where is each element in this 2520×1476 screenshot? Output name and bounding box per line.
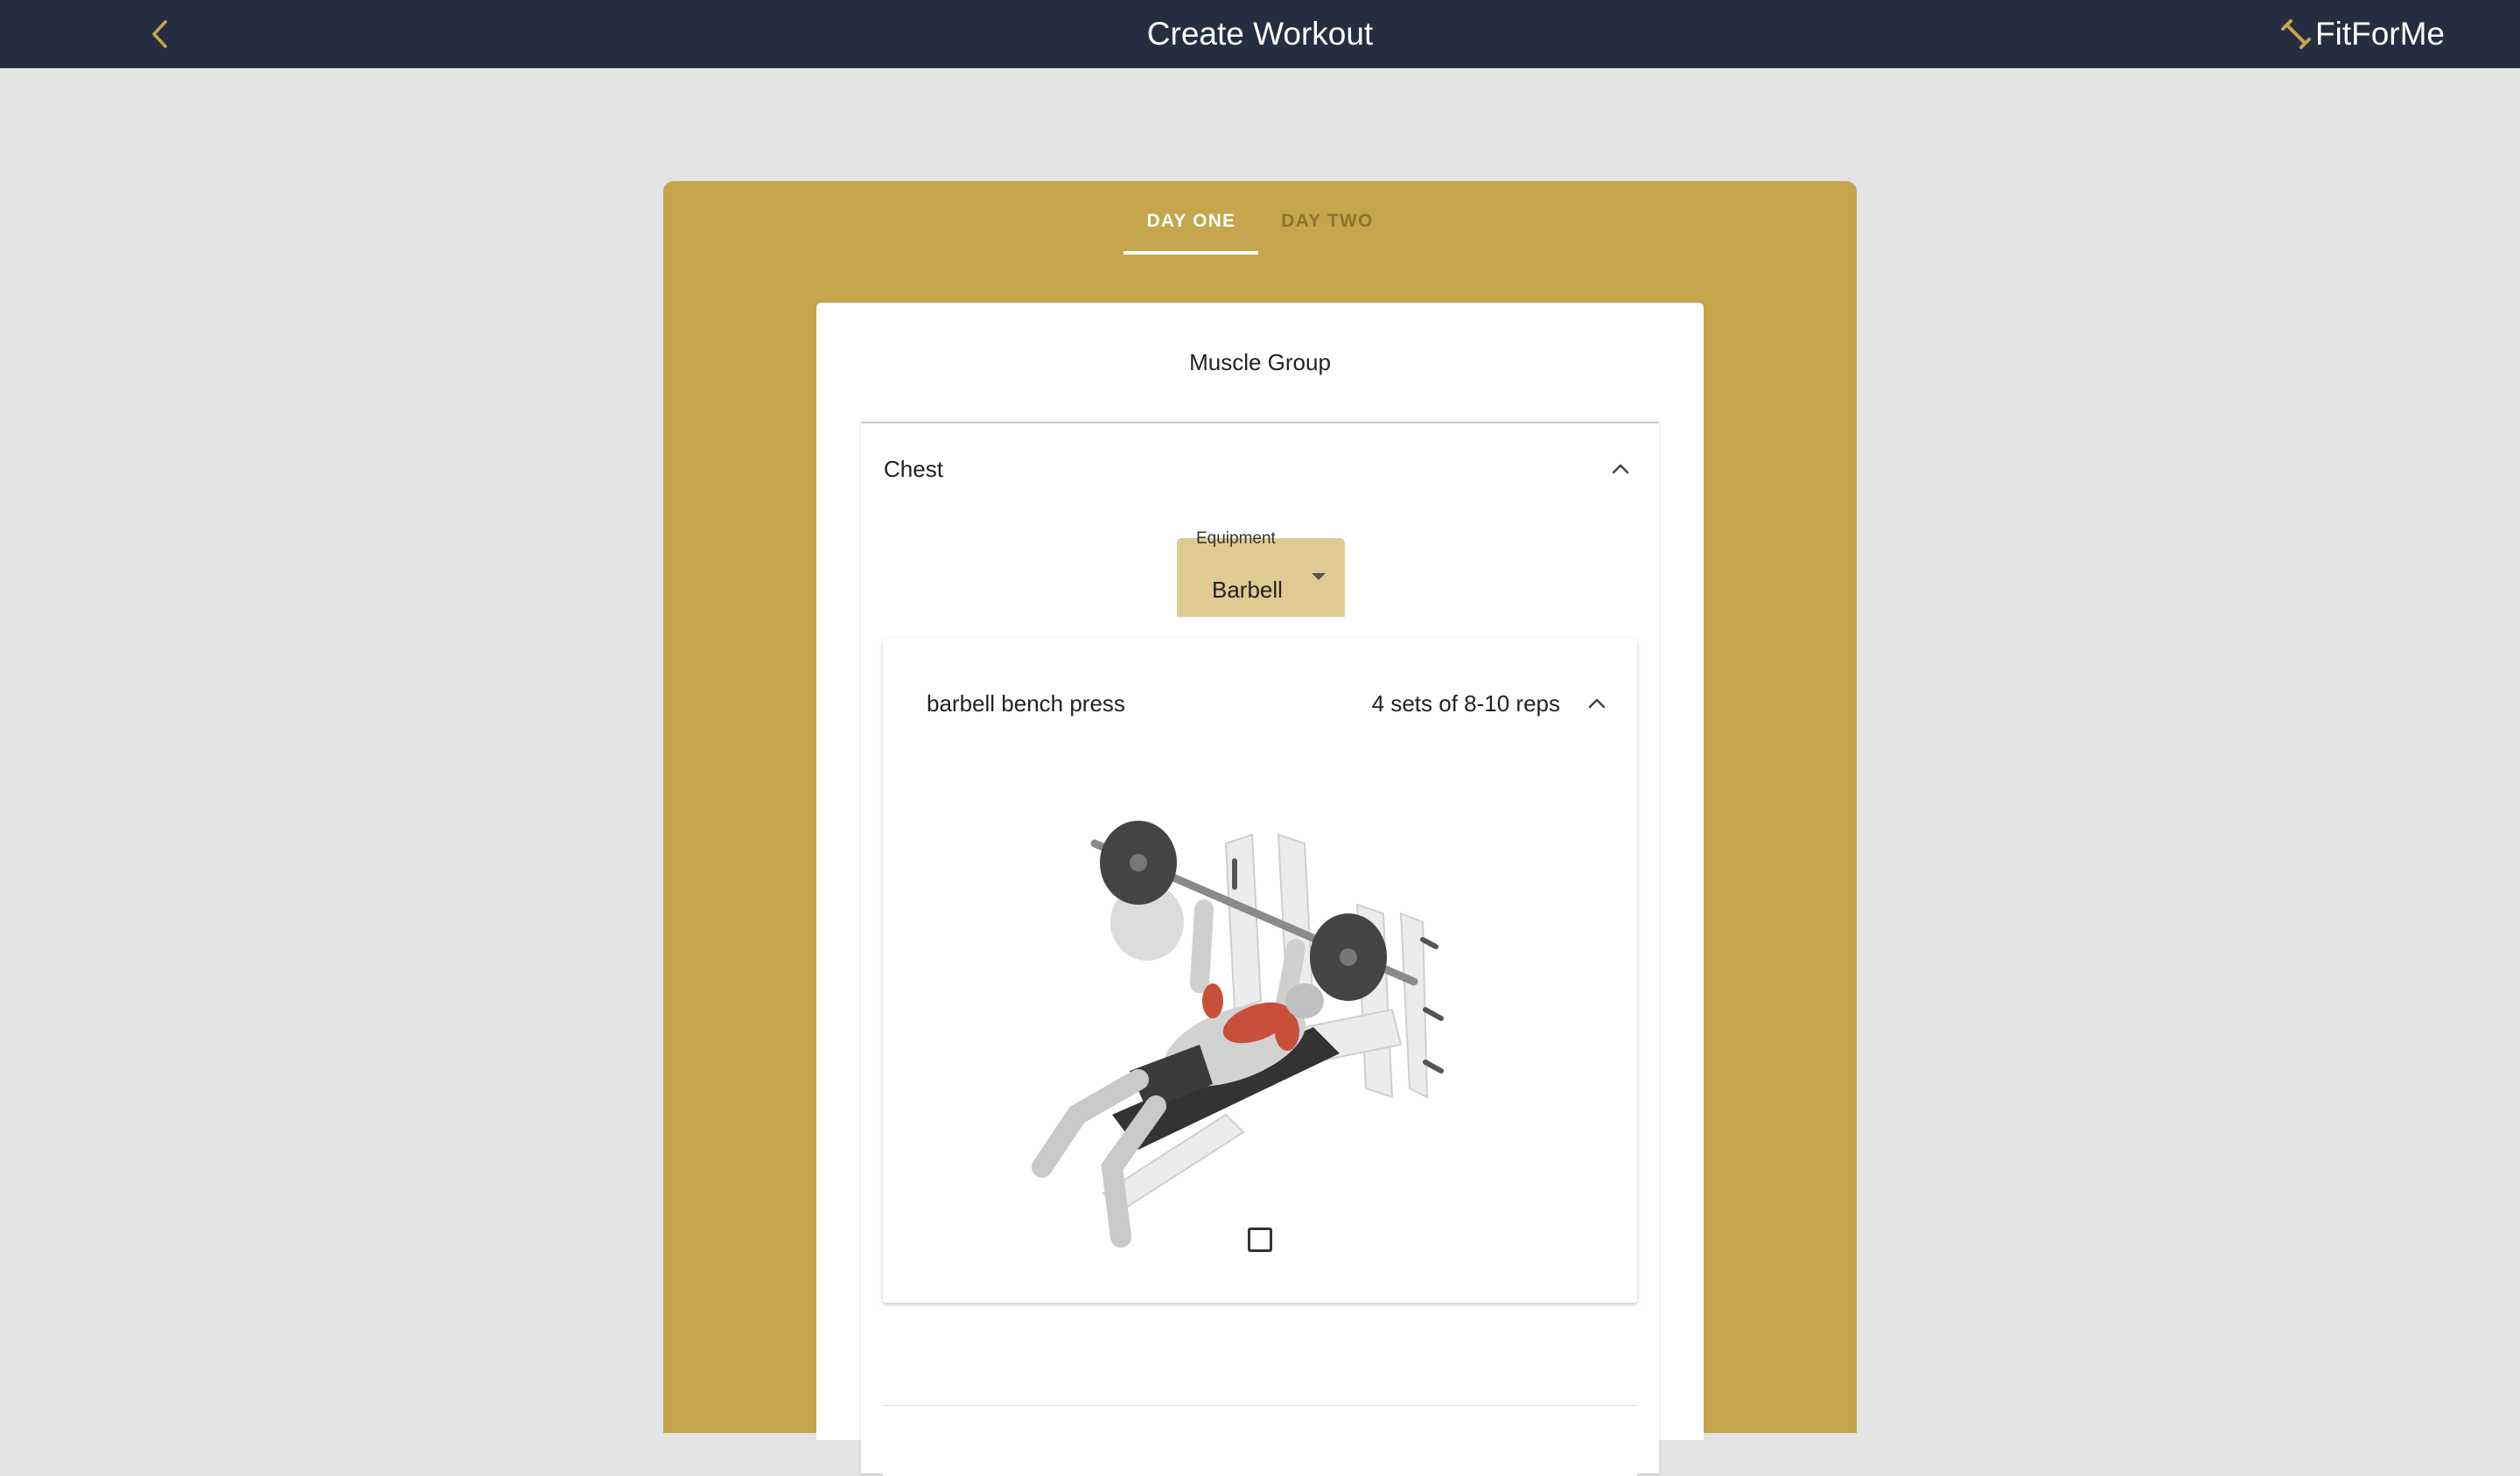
bench-press-illustration	[1032, 821, 1444, 1248]
section-heading: Muscle Group	[1189, 348, 1331, 375]
chevron-up-icon[interactable]	[1605, 453, 1636, 485]
muscle-group-title: Chest	[884, 456, 943, 482]
equipment-value: Barbell	[1212, 577, 1283, 603]
next-exercise-card	[883, 1405, 1637, 1476]
dumbbell-icon	[2281, 19, 2311, 49]
exercise-name: barbell bench press	[927, 690, 1125, 717]
day-tabs: DAY ONE DAY TWO	[663, 204, 1857, 255]
equipment-label: Equipment	[1196, 529, 1276, 548]
muscle-group-accordion: Chest Equipment Barbell barbell bench pr…	[861, 422, 1659, 1476]
muscle-group-card: Muscle Group Chest Equipment Barbell bar…	[816, 303, 1704, 1476]
chevron-up-icon[interactable]	[1581, 688, 1613, 719]
brand-logo[interactable]: FitForMe	[2280, 0, 2445, 68]
tab-day-two[interactable]: DAY TWO	[1258, 204, 1396, 255]
brand-name: FitForMe	[2315, 16, 2445, 52]
equipment-select[interactable]: Equipment Barbell	[1177, 529, 1345, 617]
top-app-bar: Create Workout FitForMe	[0, 0, 2520, 68]
chest-accordion-header[interactable]: Chest	[861, 423, 1659, 514]
caret-down-icon	[1312, 573, 1326, 580]
workout-panel: DAY ONE DAY TWO Muscle Group Chest Equip…	[663, 181, 1857, 1476]
select-checkbox[interactable]	[1248, 1228, 1272, 1252]
page-title: Create Workout	[1146, 16, 1374, 52]
tab-day-one[interactable]: DAY ONE	[1124, 204, 1259, 255]
exercise-header[interactable]: barbell bench press 4 sets of 8-10 reps	[883, 638, 1637, 769]
exercise-card: barbell bench press 4 sets of 8-10 reps	[883, 638, 1637, 1303]
exercise-sets: 4 sets of 8-10 reps	[1371, 690, 1560, 717]
